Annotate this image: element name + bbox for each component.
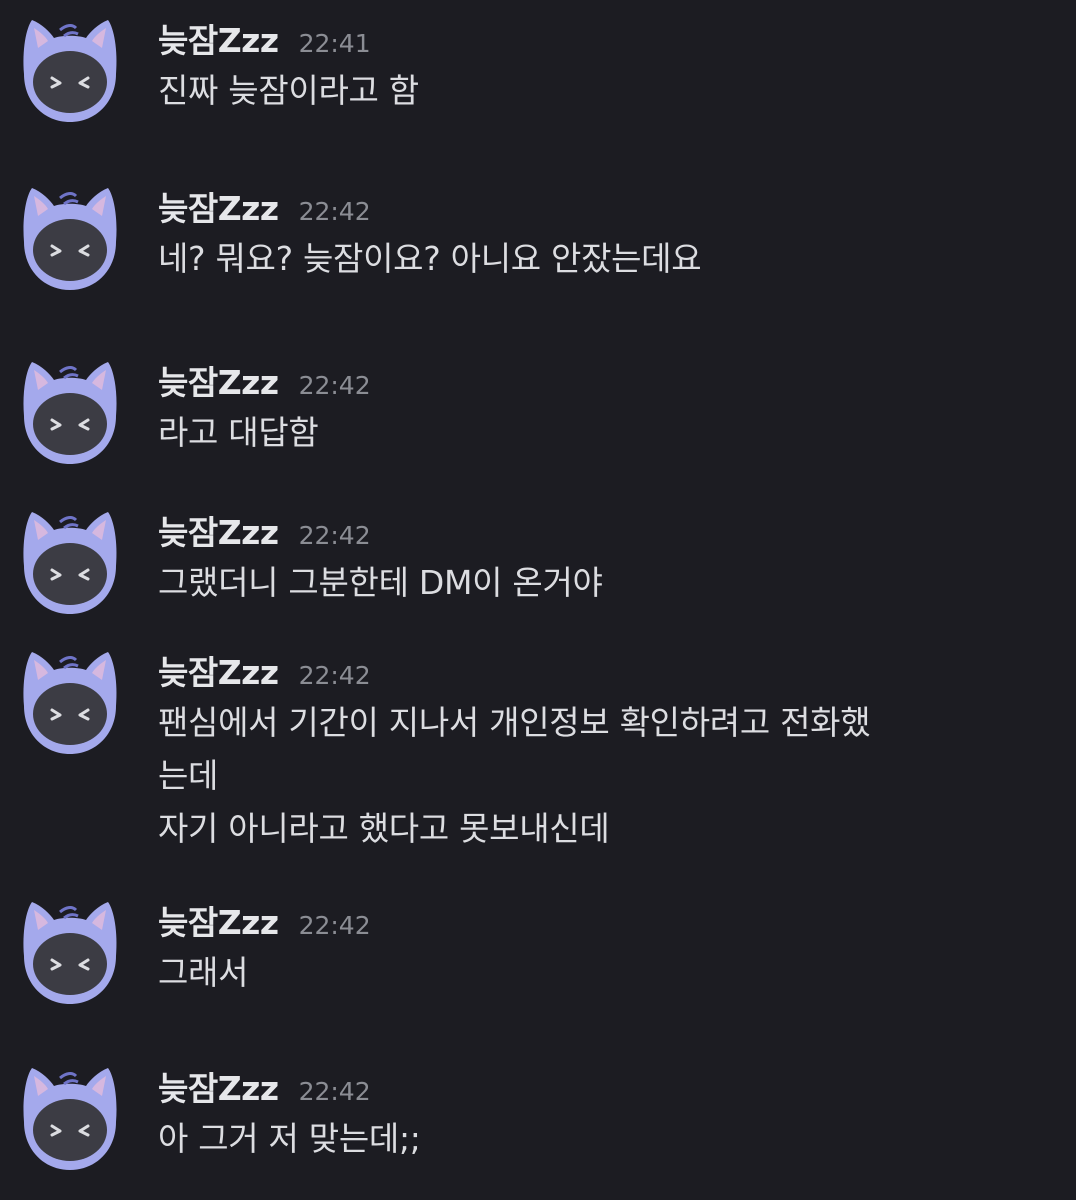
message-header: 늦잠Zzz 22:42 [158, 646, 371, 692]
message-body: 팬심에서 기간이 지나서 개인정보 확인하려고 전화했 는데 자기 아니라고 했… [158, 696, 1038, 855]
cat-face-avatar-icon[interactable] [14, 14, 126, 126]
cat-face-avatar-icon[interactable] [14, 182, 126, 294]
message-text: 는데 [158, 756, 219, 795]
author-name[interactable]: 늦잠Zzz [158, 1069, 279, 1108]
cat-face-avatar-icon[interactable] [14, 506, 126, 618]
message-body: 그랬더니 그분한테 DM이 온거야 [158, 556, 1038, 609]
timestamp: 22:42 [298, 371, 371, 400]
message-text: 라고 대답함 [158, 413, 319, 452]
message-text: 그래서 [158, 953, 249, 992]
timestamp: 22:42 [298, 521, 371, 550]
message-text: 진짜 늦잠이라고 함 [158, 71, 419, 110]
message-body: 아 그거 저 맞는데;; [158, 1112, 1038, 1165]
author-name[interactable]: 늦잠Zzz [158, 363, 279, 402]
message-header: 늦잠Zzz 22:42 [158, 356, 371, 402]
message-header: 늦잠Zzz 22:42 [158, 182, 371, 228]
timestamp: 22:42 [298, 661, 371, 690]
message-text: 자기 아니라고 했다고 못보내신데 [158, 809, 610, 848]
cat-face-avatar-icon[interactable] [14, 356, 126, 468]
message-header: 늦잠Zzz 22:42 [158, 506, 371, 552]
author-name[interactable]: 늦잠Zzz [158, 653, 279, 692]
message-body: 그래서 [158, 946, 1038, 999]
message-body: 라고 대답함 [158, 406, 1038, 459]
message-text: 아 그거 저 맞는데;; [158, 1119, 421, 1158]
author-name[interactable]: 늦잠Zzz [158, 21, 279, 60]
timestamp: 22:42 [298, 1077, 371, 1106]
timestamp: 22:42 [298, 197, 371, 226]
timestamp: 22:41 [298, 29, 371, 58]
message-text: 네? 뭐요? 늦잠이요? 아니요 안잤는데요 [158, 239, 702, 278]
message-body: 진짜 늦잠이라고 함 [158, 64, 1038, 117]
cat-face-avatar-icon[interactable] [14, 646, 126, 758]
author-name[interactable]: 늦잠Zzz [158, 513, 279, 552]
author-name[interactable]: 늦잠Zzz [158, 189, 279, 228]
message-text: 그랬더니 그분한테 DM이 온거야 [158, 563, 603, 602]
message-text: 팬심에서 기간이 지나서 개인정보 확인하려고 전화했 [158, 703, 871, 742]
chat-log: 늦잠Zzz 22:41 진짜 늦잠이라고 함 늦잠Zzz 22:42 네? 뭐요? … [0, 0, 1076, 1200]
message-body: 네? 뭐요? 늦잠이요? 아니요 안잤는데요 [158, 232, 1038, 285]
timestamp: 22:42 [298, 911, 371, 940]
message-header: 늦잠Zzz 22:42 [158, 1062, 371, 1108]
message-header: 늦잠Zzz 22:41 [158, 14, 371, 60]
cat-face-avatar-icon[interactable] [14, 1062, 126, 1174]
message-header: 늦잠Zzz 22:42 [158, 896, 371, 942]
cat-face-avatar-icon[interactable] [14, 896, 126, 1008]
author-name[interactable]: 늦잠Zzz [158, 903, 279, 942]
